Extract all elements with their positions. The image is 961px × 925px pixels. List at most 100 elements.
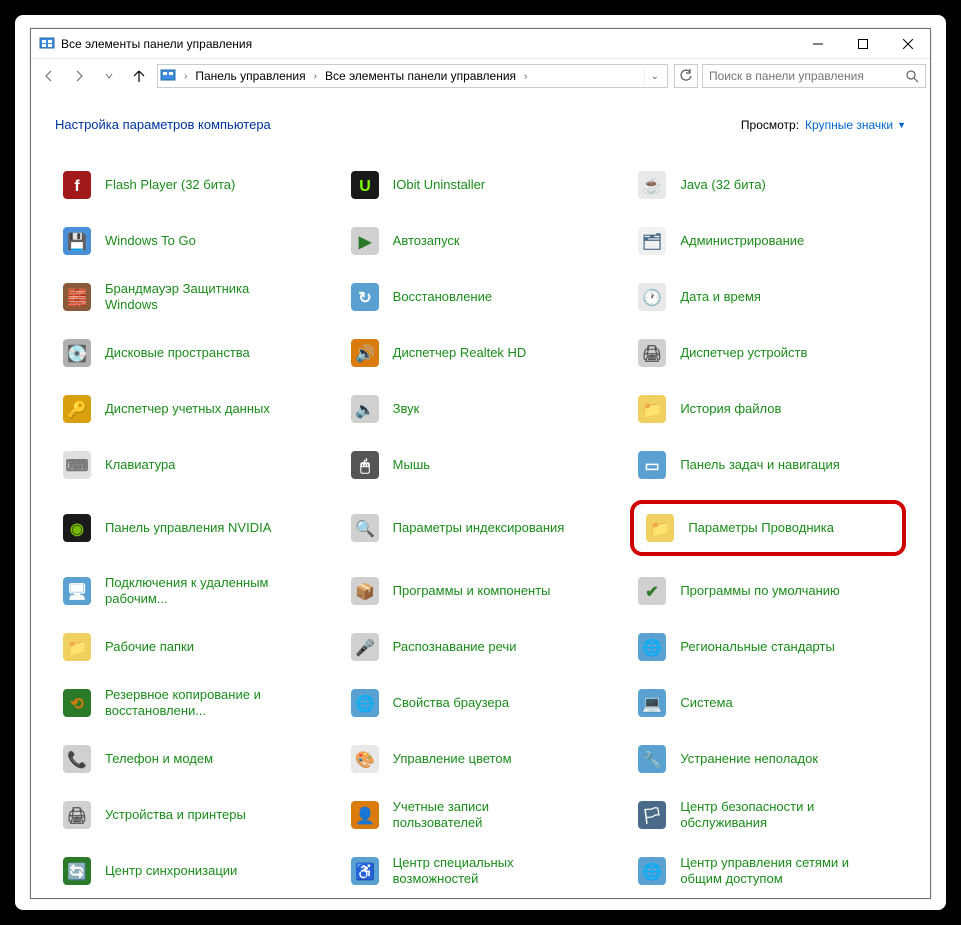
maximize-button[interactable] [840, 29, 885, 58]
control-panel-item[interactable]: 🔒Шифрование диска BitLocker [55, 906, 331, 910]
defaults-icon: ✔ [636, 575, 668, 607]
item-label: Администрирование [680, 233, 804, 249]
control-panel-icon [160, 68, 176, 84]
svg-text:🖨: 🖨 [67, 806, 87, 825]
breadcrumb-segment[interactable]: Панель управления [191, 65, 309, 87]
system-icon: 💻 [636, 687, 668, 719]
cred-icon: 🔑 [61, 393, 93, 425]
chevron-down-icon[interactable]: ⌄ [644, 67, 665, 86]
svg-text:🕐: 🕐 [642, 288, 662, 307]
control-panel-item[interactable]: 🔄Центр синхронизации [55, 850, 331, 892]
recent-dropdown-button[interactable] [95, 64, 123, 88]
svg-text:🎤: 🎤 [355, 638, 375, 657]
control-panel-item[interactable]: ♿Центр специальных возможностей [343, 850, 619, 892]
item-label: Клавиатура [105, 457, 175, 473]
item-label: Подключения к удаленным рабочим... [105, 575, 285, 606]
control-panel-item[interactable]: 📁Рабочие папки [55, 626, 331, 668]
control-panel-item[interactable]: 🗂Администрирование [630, 220, 906, 262]
search-input[interactable] [709, 69, 905, 83]
control-panel-item[interactable]: 🔈Звук [343, 388, 619, 430]
control-panel-item[interactable]: 👤Учетные записи пользователей [343, 794, 619, 836]
recovery-icon: ↻ [349, 281, 381, 313]
region-icon: 🌐 [636, 631, 668, 663]
control-panel-item[interactable]: 🔊Диспетчер Realtek HD [343, 332, 619, 374]
control-panel-item[interactable]: 🌐Свойства браузера [343, 682, 619, 724]
address-bar[interactable]: › Панель управления › Все элементы панел… [157, 64, 668, 88]
control-panel-item[interactable]: 🔋Электропитание [630, 906, 906, 910]
control-panel-item[interactable]: 🔑Диспетчер учетных данных [55, 388, 331, 430]
view-selector[interactable]: Крупные значки ▼ [805, 118, 906, 132]
svg-text:🌐: 🌐 [355, 694, 375, 713]
items-grid: f Flash Player (32 бита) UIObit Uninstalle… [55, 164, 906, 910]
control-panel-item[interactable]: 💻 Система [630, 682, 906, 724]
control-panel-item[interactable]: ✔Программы по умолчанию [630, 570, 906, 612]
control-panel-item[interactable]: ↻Восстановление [343, 276, 619, 318]
control-panel-item[interactable]: 🎤Распознавание речи [343, 626, 619, 668]
control-panel-item[interactable]: 🔧Устранение неполадок [630, 738, 906, 780]
troubleshoot-icon: 🔧 [636, 743, 668, 775]
control-panel-item[interactable]: 🧱Брандмауэр Защитника Windows [55, 276, 331, 318]
svg-text:🔊: 🔊 [355, 344, 375, 363]
control-panel-item[interactable]: 🖨Диспетчер устройств [630, 332, 906, 374]
control-panel-item[interactable]: 📦Программы и компоненты [343, 570, 619, 612]
control-panel-item[interactable]: ⟲Резервное копирование и восстановлени..… [55, 682, 331, 724]
programs-icon: 📦 [349, 575, 381, 607]
search-box[interactable] [702, 64, 926, 88]
control-panel-item[interactable]: 🕐Дата и время [630, 276, 906, 318]
control-panel-item[interactable]: 🌐Региональные стандарты [630, 626, 906, 668]
control-panel-item[interactable]: 💽Дисковые пространства [55, 332, 331, 374]
chevron-right-icon[interactable]: › [180, 71, 191, 82]
chevron-right-icon[interactable]: › [520, 71, 531, 82]
control-panel-item[interactable]: 📞 Телефон и модем [55, 738, 331, 780]
nvidia-icon: ◉ [61, 512, 93, 544]
search-icon[interactable] [905, 69, 919, 83]
svg-text:🔄: 🔄 [67, 862, 87, 881]
item-label: Мышь [393, 457, 430, 473]
svg-text:↻: ↻ [358, 290, 371, 307]
control-panel-item[interactable]: ◉Панель управления NVIDIA [55, 500, 331, 556]
chevron-right-icon[interactable]: › [310, 71, 321, 82]
control-panel-item[interactable]: 📁История файлов [630, 388, 906, 430]
item-label: Центр управления сетями и общим доступом [680, 855, 860, 886]
forward-button[interactable] [65, 64, 93, 88]
control-panel-item[interactable]: 🖥Подключения к удаленным рабочим... [55, 570, 331, 612]
control-panel-item[interactable]: 🖱Мышь [343, 444, 619, 486]
item-label: Flash Player (32 бита) [105, 177, 235, 193]
item-label: Система [680, 695, 732, 711]
storage-icon: 💽 [61, 337, 93, 369]
svg-text:💾: 💾 [67, 232, 87, 251]
chevron-down-icon: ▼ [897, 120, 906, 130]
control-panel-item[interactable]: 📁Параметры Проводника [630, 500, 906, 556]
control-panel-item[interactable]: AШрифты [343, 906, 619, 910]
item-label: Параметры Проводника [688, 520, 834, 536]
control-panel-item[interactable]: 🏳Центр безопасности и обслуживания [630, 794, 906, 836]
view-label: Просмотр: [741, 118, 799, 132]
control-panel-item[interactable]: ▭Панель задач и навигация [630, 444, 906, 486]
control-panel-item[interactable]: 🖨Устройства и принтеры [55, 794, 331, 836]
control-panel-item[interactable]: f Flash Player (32 бита) [55, 164, 331, 206]
breadcrumb-segment[interactable]: Все элементы панели управления [321, 65, 520, 87]
control-panel-item[interactable]: 💾Windows To Go [55, 220, 331, 262]
control-panel-item[interactable]: ▶Автозапуск [343, 220, 619, 262]
control-panel-item[interactable]: 🔍Параметры индексирования [343, 500, 619, 556]
minimize-button[interactable] [795, 29, 840, 58]
refresh-button[interactable] [674, 64, 698, 88]
item-label: Телефон и модем [105, 751, 213, 767]
control-panel-item[interactable]: UIObit Uninstaller [343, 164, 619, 206]
control-panel-item[interactable]: 🎨Управление цветом [343, 738, 619, 780]
control-panel-item[interactable]: 🌐Центр управления сетями и общим доступо… [630, 850, 906, 892]
phone-icon: 📞 [61, 743, 93, 775]
control-panel-icon [39, 36, 55, 52]
up-button[interactable] [125, 64, 153, 88]
flash-icon: f [61, 169, 93, 201]
back-button[interactable] [35, 64, 63, 88]
svg-text:🔑: 🔑 [67, 400, 87, 419]
iobit-icon: U [349, 169, 381, 201]
item-label: Рабочие папки [105, 639, 194, 655]
control-panel-item[interactable]: ☕Java (32 бита) [630, 164, 906, 206]
svg-text:🏳: 🏳 [642, 807, 662, 825]
control-panel-item[interactable]: ⌨Клавиатура [55, 444, 331, 486]
control-panel-window: Все элементы панели управления › Панель … [30, 28, 931, 899]
close-button[interactable] [885, 29, 930, 58]
speech-icon: 🎤 [349, 631, 381, 663]
